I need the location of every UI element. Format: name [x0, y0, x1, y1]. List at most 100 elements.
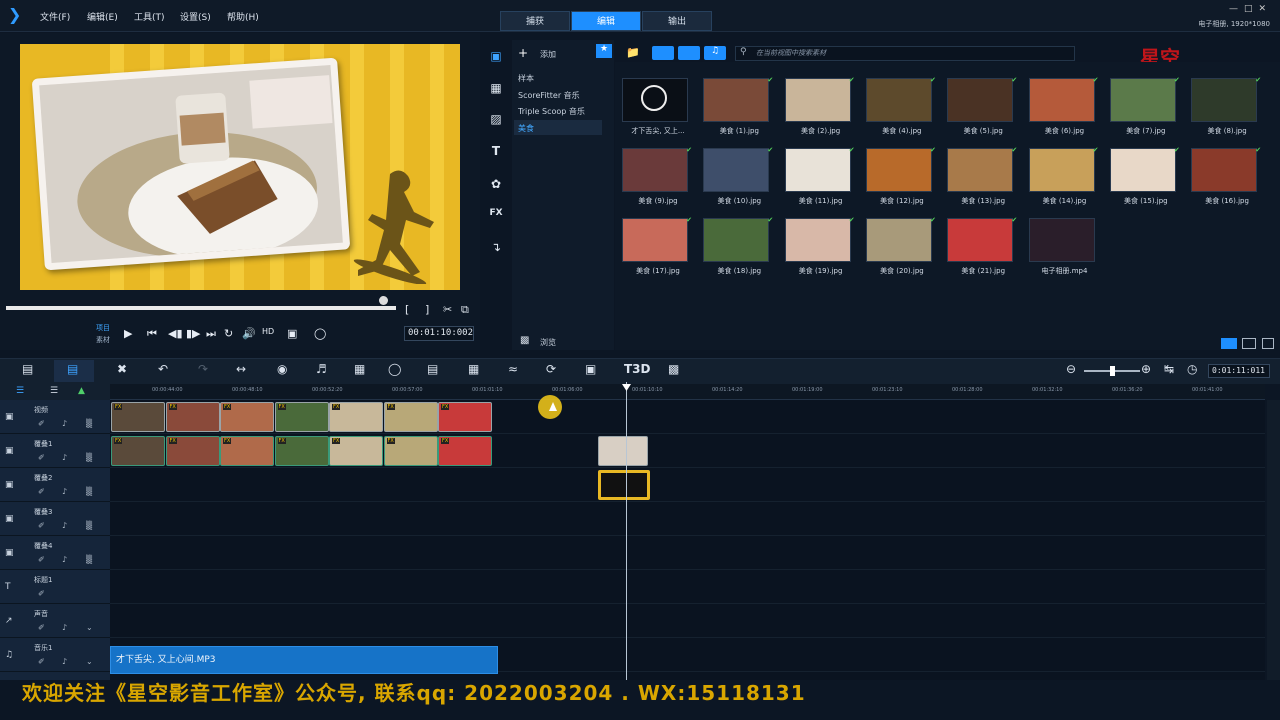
- track-lane-title-1[interactable]: [110, 570, 1265, 604]
- thumbnail-view-icon[interactable]: [1242, 338, 1256, 349]
- mark-out-icon[interactable]: ]: [425, 303, 429, 316]
- clip-mode-label[interactable]: 素材: [96, 335, 110, 345]
- track-ripple-icon[interactable]: ▒: [86, 453, 92, 462]
- add-folder-label[interactable]: 添加: [540, 49, 556, 60]
- tab-capture[interactable]: 捕获: [500, 11, 570, 31]
- transform-icon[interactable]: ◯: [314, 327, 326, 340]
- track-lane-overlay-3[interactable]: [110, 502, 1265, 536]
- library-item[interactable]: ✔ 美食 (10).jpg: [699, 132, 773, 205]
- timeline-timecode[interactable]: 0:01:11:011: [1208, 364, 1270, 378]
- track-ripple-icon[interactable]: ▒: [86, 419, 92, 428]
- play-icon[interactable]: ▶: [124, 327, 132, 340]
- video-clip[interactable]: FX: [383, 402, 438, 432]
- track-expand-icon[interactable]: ⌄: [86, 657, 93, 666]
- scrubber-handle[interactable]: [379, 296, 388, 305]
- library-item[interactable]: ✔ 美食 (5).jpg: [943, 62, 1017, 135]
- library-item[interactable]: ✔ 美食 (12).jpg: [862, 132, 936, 205]
- menu-help[interactable]: 帮助(H): [227, 10, 259, 23]
- music-clip[interactable]: 才下舌尖, 又上心间.MP3: [110, 646, 498, 674]
- add-icon[interactable]: +: [518, 46, 528, 60]
- library-item[interactable]: ✔ 美食 (14).jpg: [1025, 132, 1099, 205]
- library-item[interactable]: ✔ 美食 (18).jpg: [699, 202, 773, 275]
- redo-icon[interactable]: ↷: [198, 362, 208, 376]
- browse-label[interactable]: 浏览: [540, 337, 556, 348]
- project-mode-label[interactable]: 项目: [96, 323, 110, 333]
- track-lane-overlay-4[interactable]: [110, 536, 1265, 570]
- auto-music-icon[interactable]: ▦: [354, 362, 365, 376]
- track-header-overlay-2[interactable]: ▣ 覆叠2 ✐ ♪ ▒: [0, 468, 110, 502]
- video-clip[interactable]: FX: [438, 436, 492, 466]
- video-clip[interactable]: FX: [165, 436, 220, 466]
- library-item[interactable]: ✔ 美食 (21).jpg: [943, 202, 1017, 275]
- timeline-scrollbar[interactable]: [1267, 400, 1280, 680]
- nav-item-food[interactable]: 美食: [518, 123, 534, 134]
- video-clip[interactable]: FX: [220, 402, 274, 432]
- track-edit-icon[interactable]: ✐: [38, 555, 45, 564]
- track-expand-icon[interactable]: ⌄: [86, 623, 93, 632]
- fit-project-icon[interactable]: ↔: [236, 362, 246, 376]
- track-header-voice[interactable]: ↗ 声音 ✐ ♪ ⌄: [0, 604, 110, 638]
- track-edit-icon[interactable]: ✐: [38, 623, 45, 632]
- nav-item-samples[interactable]: 样本: [518, 73, 534, 84]
- track-lane-overlay-2[interactable]: [110, 468, 1265, 502]
- track-header-music-1[interactable]: ♫ 音乐1 ✐ ♪ ⌄: [0, 638, 110, 672]
- track-edit-icon[interactable]: ✐: [38, 657, 45, 666]
- track-header-overlay-3[interactable]: ▣ 覆叠3 ✐ ♪ ▒: [0, 502, 110, 536]
- track-mute-icon[interactable]: ♪: [62, 657, 67, 666]
- library-item[interactable]: 才下舌尖, 又上...: [618, 62, 690, 135]
- options-icon[interactable]: [1262, 338, 1274, 349]
- library-item[interactable]: ✔ 美食 (2).jpg: [781, 62, 855, 135]
- track-header-overlay-4[interactable]: ▣ 覆叠4 ✐ ♪ ▒: [0, 536, 110, 570]
- undo-icon[interactable]: ↶: [158, 362, 168, 376]
- track-header-overlay-1[interactable]: ▣ 覆叠1 ✐ ♪ ▒: [0, 434, 110, 468]
- track-lane-video[interactable]: FX FX FX FX FX FX FX: [110, 400, 1265, 434]
- next-frame-icon[interactable]: ▮▶: [186, 327, 201, 340]
- subtitle-editor-icon[interactable]: ▤: [427, 362, 438, 376]
- multi-camera-icon[interactable]: ▦: [468, 362, 479, 376]
- track-ripple-icon[interactable]: ▒: [86, 555, 92, 564]
- track-mute-icon[interactable]: ♪: [62, 419, 67, 428]
- sound-mixer-icon[interactable]: ♬: [316, 362, 327, 376]
- playhead[interactable]: [626, 382, 627, 682]
- split-clip-icon[interactable]: ✂: [443, 303, 452, 316]
- track-mute-icon[interactable]: ♪: [62, 521, 67, 530]
- track-ripple-icon[interactable]: ▒: [86, 521, 92, 530]
- library-search-input[interactable]: 在当前视图中搜索素材: [735, 46, 1075, 61]
- menu-settings[interactable]: 设置(S): [180, 10, 211, 23]
- timeline-view-icon[interactable]: ▤: [67, 362, 78, 376]
- repeat-icon[interactable]: ↻: [224, 327, 233, 340]
- fit-timeline-icon[interactable]: ↹: [1164, 362, 1174, 376]
- track-edit-icon[interactable]: ✐: [38, 521, 45, 530]
- mask-creator-icon[interactable]: ▣: [585, 362, 596, 376]
- mark-in-icon[interactable]: [: [405, 303, 409, 316]
- library-item[interactable]: ✔ 美食 (6).jpg: [1025, 62, 1099, 135]
- show-photo-icon[interactable]: [678, 46, 700, 60]
- transition-icon[interactable]: ▨: [488, 112, 504, 126]
- library-item[interactable]: ✔ 美食 (16).jpg: [1187, 132, 1261, 205]
- show-video-icon[interactable]: [652, 46, 674, 60]
- media-icon[interactable]: ▣: [488, 49, 504, 63]
- track-manager-icon[interactable]: ☰: [16, 386, 24, 396]
- path-icon[interactable]: ↴: [488, 240, 504, 254]
- zoom-out-icon[interactable]: ⊖: [1066, 362, 1076, 376]
- end-icon[interactable]: ⏭: [206, 327, 216, 341]
- menu-file[interactable]: 文件(F): [40, 10, 70, 23]
- track-header-title-1[interactable]: T 标题1 ✐: [0, 570, 110, 604]
- library-item[interactable]: ✔ 美食 (17).jpg: [618, 202, 692, 275]
- storyboard-view-icon[interactable]: ▤: [22, 362, 33, 376]
- video-clip[interactable]: FX: [383, 436, 438, 466]
- aspect-ratio-icon[interactable]: ▣: [287, 327, 297, 340]
- library-item[interactable]: 电子相册.mp4: [1025, 202, 1097, 275]
- volume-icon[interactable]: 🔊: [242, 327, 256, 340]
- window-controls[interactable]: —□✕: [1229, 4, 1272, 14]
- folder-icon[interactable]: 📁: [626, 46, 640, 59]
- video-clip[interactable]: FX: [220, 436, 274, 466]
- enlarge-icon[interactable]: ⧉: [461, 303, 469, 317]
- menu-tools[interactable]: 工具(T): [134, 10, 165, 23]
- library-item[interactable]: ✔ 美食 (13).jpg: [943, 132, 1017, 205]
- nav-item-triple-scoop[interactable]: Triple Scoop 音乐: [518, 106, 585, 117]
- library-item[interactable]: ✔ 美食 (7).jpg: [1106, 62, 1180, 135]
- track-lane-overlay-1[interactable]: FX FX FX FX FX FX FX: [110, 434, 1265, 468]
- time-remapping-icon[interactable]: ≈: [508, 362, 518, 376]
- title-icon[interactable]: T: [488, 144, 504, 158]
